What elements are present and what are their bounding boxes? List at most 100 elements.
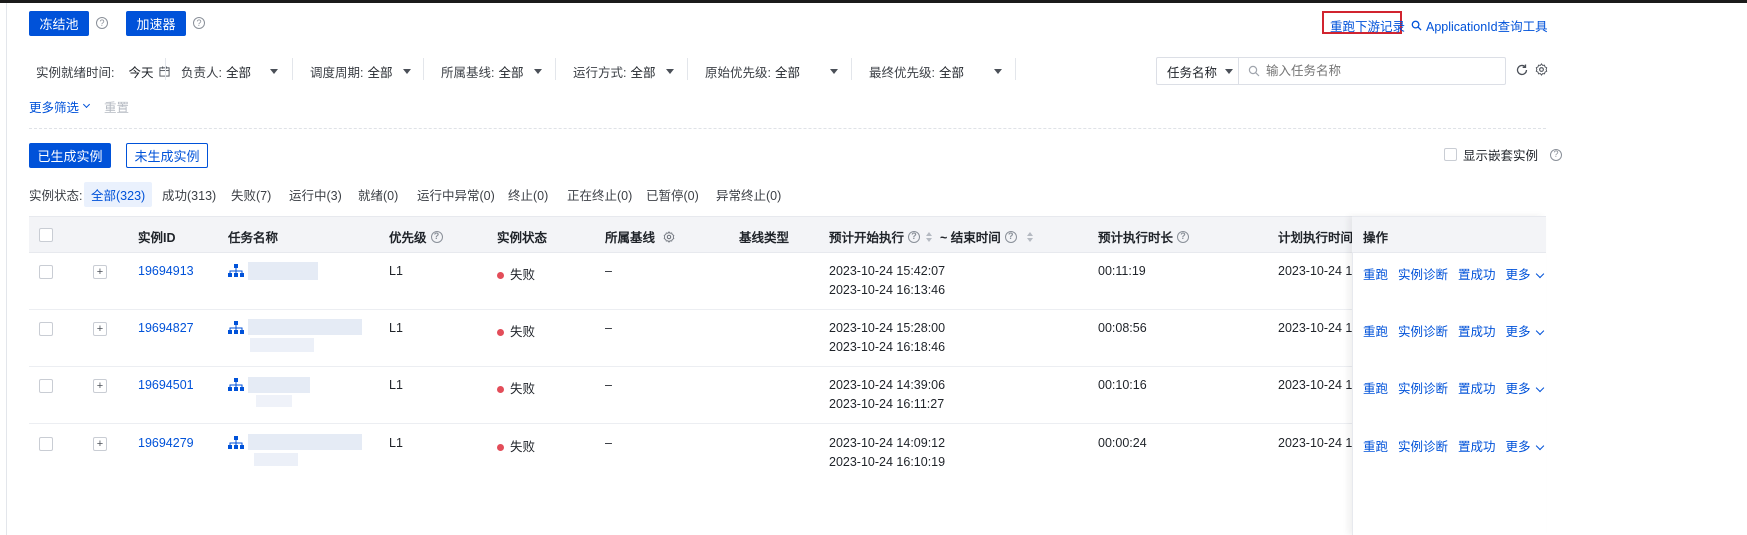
schedule-filter[interactable]: 调度周期: 全部 (310, 62, 411, 81)
search-icon (1411, 20, 1422, 31)
row-checkbox[interactable] (39, 322, 53, 336)
more-menu-button[interactable]: 更多 (1506, 436, 1544, 455)
help-icon[interactable]: ? (1550, 148, 1563, 161)
expand-row-button[interactable]: + (93, 322, 107, 336)
caret-down-icon (994, 69, 1002, 74)
instance-id-link[interactable]: 19694827 (138, 321, 194, 335)
accelerator-button[interactable]: 加速器 (126, 11, 186, 36)
instance-id-link[interactable]: 19694501 (138, 378, 194, 392)
end-time: 2023-10-24 16:18:46 (829, 340, 946, 354)
status-tab-running-abnormal[interactable]: 运行中异常(0) (417, 185, 495, 204)
freeze-pool-button[interactable]: 冻结池 (29, 11, 89, 36)
status-tab-terminated[interactable]: 终止(0) (508, 185, 548, 204)
status-dot (497, 329, 504, 337)
help-icon[interactable]: ? (96, 17, 108, 29)
rerun-downstream-link[interactable]: 重跑下游记录 (1330, 16, 1405, 35)
rerun-button[interactable]: 重跑 (1363, 378, 1388, 397)
baseline-value: – (605, 264, 612, 278)
instance-id-link[interactable]: 19694913 (138, 264, 194, 278)
column-header-id: 实例ID (138, 227, 176, 246)
status-tab-paused[interactable]: 已暂停(0) (646, 185, 699, 204)
baseline-filter[interactable]: 所属基线: 全部 (441, 62, 542, 81)
caret-down-icon (402, 69, 411, 74)
hierarchy-icon (228, 436, 244, 449)
expand-row-button[interactable]: + (93, 437, 107, 451)
caret-down-icon (1225, 68, 1234, 74)
tab-not-generated-instances[interactable]: 未生成实例 (126, 143, 208, 168)
rerun-button[interactable]: 重跑 (1363, 436, 1388, 455)
show-nested-checkbox[interactable] (1444, 148, 1457, 161)
column-title: 操作 (1363, 231, 1389, 245)
reset-button[interactable]: 重置 (104, 97, 129, 116)
set-success-button[interactable]: 置成功 (1458, 264, 1496, 283)
tab-generated-instances[interactable]: 已生成实例 (29, 143, 111, 168)
more-filter-toggle[interactable]: 更多筛选 (29, 97, 91, 116)
search-field[interactable] (1239, 58, 1505, 84)
orig-priority-filter[interactable]: 原始优先级: 全部 (705, 62, 838, 81)
filter-value: 全部 (938, 66, 964, 80)
column-title: 计划执行时间 (1278, 231, 1354, 245)
redacted-task-name (256, 395, 292, 407)
select-all-checkbox[interactable] (39, 228, 53, 242)
more-menu-button[interactable]: 更多 (1506, 378, 1544, 397)
chevron-down-icon (82, 100, 91, 109)
diagnose-button[interactable]: 实例诊断 (1398, 436, 1448, 455)
instance-id-link[interactable]: 19694279 (138, 436, 194, 450)
owner-filter[interactable]: 负责人: 全部 (181, 62, 278, 81)
status-text: 失败 (510, 382, 536, 396)
refresh-icon[interactable] (1515, 63, 1529, 77)
more-menu-button[interactable]: 更多 (1506, 264, 1544, 283)
chevron-down-icon (1535, 383, 1544, 393)
redacted-task-name (254, 453, 298, 466)
status-tab-abnormal-terminated[interactable]: 异常终止(0) (716, 185, 781, 204)
run-mode-filter[interactable]: 运行方式: 全部 (573, 62, 674, 81)
filter-label: 负责人: (181, 66, 222, 80)
column-header-start[interactable]: 预计开始执行 ? ~ 结束时间 ? (829, 227, 1033, 246)
status-value: 失败 (497, 378, 535, 397)
search-type-select[interactable]: 任务名称 (1157, 58, 1239, 84)
row-checkbox[interactable] (39, 437, 53, 451)
more-menu-button[interactable]: 更多 (1506, 321, 1544, 340)
duration-value: 00:00:24 (1098, 436, 1147, 450)
help-icon[interactable]: ? (1004, 230, 1017, 243)
help-icon[interactable]: ? (1177, 230, 1190, 243)
baseline-value: – (605, 378, 612, 392)
final-priority-filter[interactable]: 最终优先级: 全部 (869, 62, 1002, 81)
status-tab-success[interactable]: 成功(313) (162, 185, 216, 204)
help-icon[interactable]: ? (193, 17, 205, 29)
gear-icon[interactable] (1535, 63, 1548, 76)
row-checkbox[interactable] (39, 379, 53, 393)
row-checkbox[interactable] (39, 265, 53, 279)
ready-time-filter[interactable]: 实例就绪时间: 今天 (36, 62, 170, 81)
redacted-task-name (250, 338, 314, 352)
status-tab-ready[interactable]: 就绪(0) (358, 185, 398, 204)
diagnose-button[interactable]: 实例诊断 (1398, 264, 1448, 283)
sort-icon[interactable] (926, 231, 933, 242)
status-tab-all[interactable]: 全部(323) (84, 182, 153, 207)
filter-label: 原始优先级: (705, 66, 771, 80)
status-tab-running[interactable]: 运行中(3) (289, 185, 342, 204)
help-icon[interactable]: ? (908, 230, 921, 243)
expand-row-button[interactable]: + (93, 265, 107, 279)
column-header-priority: 优先级? (389, 227, 443, 246)
diagnose-button[interactable]: 实例诊断 (1398, 378, 1448, 397)
rerun-button[interactable]: 重跑 (1363, 264, 1388, 283)
show-nested-toggle[interactable]: 显示嵌套实例 ? (1444, 145, 1563, 164)
start-time: 2023-10-24 15:28:00 (829, 321, 946, 335)
gear-icon[interactable] (663, 230, 675, 243)
set-success-button[interactable]: 置成功 (1458, 436, 1496, 455)
sort-icon[interactable] (1026, 231, 1033, 242)
help-icon[interactable]: ? (430, 230, 443, 243)
status-tab-terminating[interactable]: 正在终止(0) (567, 185, 632, 204)
expand-row-button[interactable]: + (93, 379, 107, 393)
search-input[interactable] (1266, 64, 1466, 78)
set-success-button[interactable]: 置成功 (1458, 378, 1496, 397)
chevron-down-icon (1535, 269, 1544, 279)
rerun-button[interactable]: 重跑 (1363, 321, 1388, 340)
end-time: 2023-10-24 16:11:27 (829, 397, 945, 411)
appid-tool-link[interactable]: ApplicationId查询工具 (1411, 16, 1548, 35)
set-success-button[interactable]: 置成功 (1458, 321, 1496, 340)
status-tab-failed[interactable]: 失败(7) (231, 185, 271, 204)
diagnose-button[interactable]: 实例诊断 (1398, 321, 1448, 340)
filter-label: 实例就绪时间: (36, 66, 115, 80)
